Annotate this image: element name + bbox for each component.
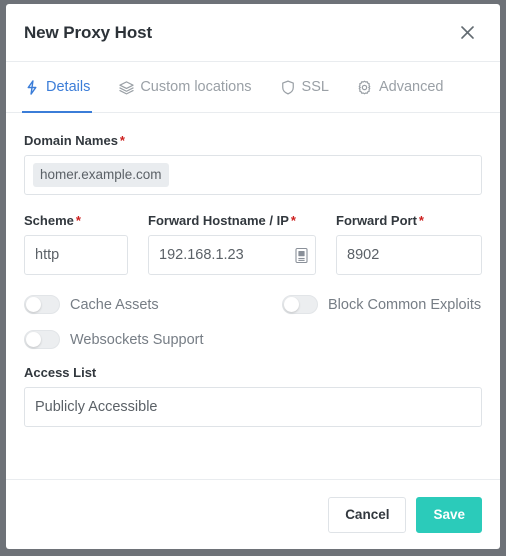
tab-ssl-label: SSL [301,79,329,95]
lightning-bolt-icon [24,79,40,95]
shield-icon [280,79,296,95]
save-button[interactable]: Save [416,496,482,533]
access-list-label: Access List [24,365,97,380]
modal-body: Domain Names * homer.example.com Scheme * … [6,113,500,479]
autofill-icon[interactable] [294,247,308,264]
tab-custom-locations-label: Custom locations [140,79,252,95]
domain-names-input[interactable]: homer.example.com [24,155,482,195]
access-list-value: Publicly Accessible [35,399,158,415]
modal-tabs: Details Custom locations SSL Advanced [6,62,500,113]
toggle-row-2: Websockets Support [24,330,482,349]
forward-port-value: 8902 [347,247,380,263]
required-marker: * [75,213,81,228]
forward-port-label: Forward Port * [336,213,482,228]
domain-name-tag[interactable]: homer.example.com [33,162,169,188]
tab-details[interactable]: Details [22,62,93,113]
scheme-label: Scheme * [24,213,128,228]
scheme-value: http [35,247,60,263]
websockets-support-toggle[interactable]: Websockets Support [24,330,282,349]
tab-ssl[interactable]: SSL [278,62,331,112]
tab-advanced[interactable]: Advanced [355,62,446,112]
domain-names-label-text: Domain Names [24,133,118,148]
forward-hostname-input[interactable]: 192.168.1.23 [148,235,316,275]
tab-custom-locations[interactable]: Custom locations [116,62,253,112]
modal-footer: Cancel Save [6,479,500,549]
forward-hostname-label-text: Forward Hostname / IP [148,213,289,228]
block-common-exploits-switch[interactable] [282,295,318,314]
cache-assets-label: Cache Assets [70,296,159,313]
tab-advanced-label: Advanced [378,79,444,95]
websockets-support-label: Websockets Support [70,331,204,348]
forward-hostname-value: 192.168.1.23 [159,247,244,263]
scheme-label-text: Scheme [24,213,74,228]
forward-config-row: Scheme * http Forward Hostname / IP * 192.… [24,213,482,275]
cancel-button[interactable]: Cancel [328,496,407,533]
required-marker: * [119,133,125,148]
cache-assets-toggle[interactable]: Cache Assets [24,295,282,314]
tab-details-label: Details [46,79,91,95]
block-common-exploits-label: Block Common Exploits [328,296,482,313]
new-proxy-host-modal: New Proxy Host Details Custom locations … [6,4,500,549]
forward-port-field: Forward Port * 8902 [336,213,482,275]
access-list-field: Access List Publicly Accessible [24,365,482,427]
forward-port-label-text: Forward Port [336,213,417,228]
cache-assets-switch[interactable] [24,295,60,314]
gear-icon [357,79,373,95]
modal-header: New Proxy Host [6,4,500,62]
forward-port-input[interactable]: 8902 [336,235,482,275]
block-common-exploits-toggle[interactable]: Block Common Exploits [282,295,481,314]
required-marker: * [290,213,296,228]
toggle-row-1: Cache Assets Block Common Exploits [24,295,482,314]
close-icon[interactable] [454,20,480,46]
websockets-support-switch[interactable] [24,330,60,349]
layers-icon [118,79,134,95]
access-list-select[interactable]: Publicly Accessible [24,387,482,427]
forward-hostname-label: Forward Hostname / IP * [148,213,316,228]
domain-names-label: Domain Names * [24,133,482,148]
scheme-field: Scheme * http [24,213,128,275]
page-title: New Proxy Host [24,22,153,42]
forward-hostname-field: Forward Hostname / IP * 192.168.1.23 [148,213,316,275]
scheme-select[interactable]: http [24,235,128,275]
required-marker: * [418,213,424,228]
